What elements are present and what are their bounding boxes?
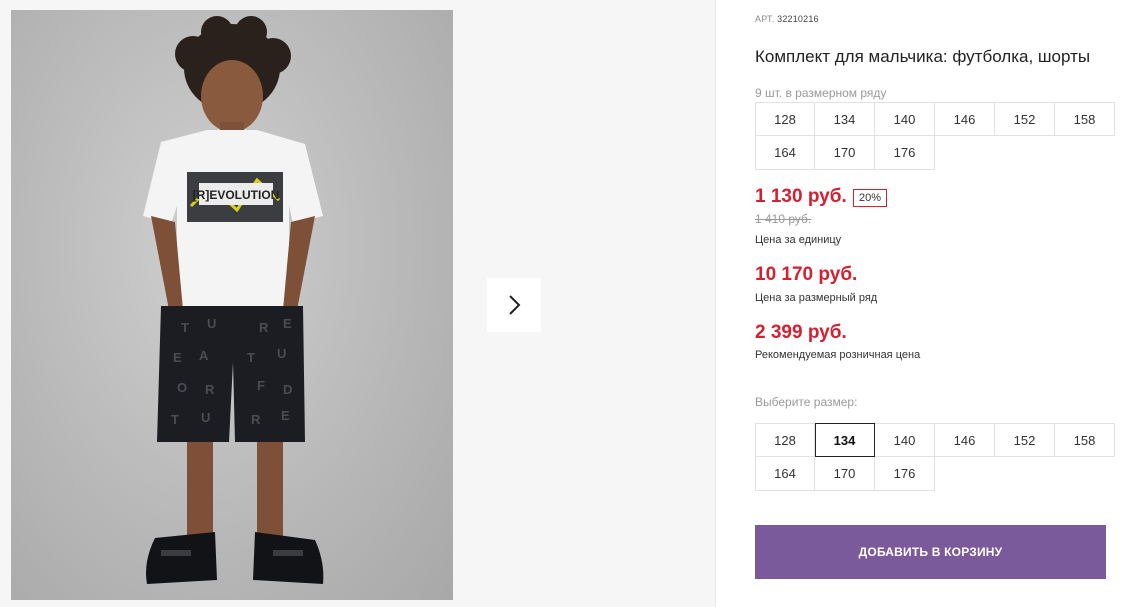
- panel-divider: [715, 0, 716, 607]
- recommended-price-caption: Рекомендуемая розничная цена: [755, 349, 921, 361]
- svg-text:R: R: [205, 382, 215, 397]
- size-row-count: 9 шт. в размерном ряду: [755, 86, 887, 100]
- svg-text:R: R: [259, 320, 269, 335]
- row-price: 10 170 руб.: [755, 264, 858, 285]
- next-image-button[interactable]: [487, 278, 541, 332]
- size-option[interactable]: 152: [995, 423, 1055, 457]
- add-to-cart-button[interactable]: ДОБАВИТЬ В КОРЗИНУ: [755, 525, 1106, 579]
- product-gallery: [R]EVOLUTION TURE EATU ORFD TURE: [0, 0, 715, 607]
- size-option[interactable]: 158: [1055, 423, 1115, 457]
- svg-text:T: T: [247, 350, 255, 365]
- old-price: 1 410 руб.: [755, 212, 812, 226]
- svg-text:D: D: [283, 382, 292, 397]
- article-label: АРТ.: [755, 14, 775, 24]
- size-option[interactable]: 140: [875, 423, 935, 457]
- svg-text:A: A: [199, 348, 209, 363]
- recommended-price: 2 399 руб.: [755, 322, 847, 343]
- svg-text:T: T: [181, 320, 189, 335]
- row-price-caption: Цена за размерный ряд: [755, 292, 878, 304]
- svg-text:U: U: [277, 346, 286, 361]
- size-row-cell: 170: [815, 136, 875, 170]
- size-row-cell: 158: [1055, 102, 1115, 136]
- svg-text:U: U: [207, 316, 216, 331]
- size-row-cell: 164: [755, 136, 815, 170]
- chevron-right-icon: [509, 295, 521, 315]
- product-title: Комплект для мальчика: футболка, шорты: [755, 47, 1091, 66]
- svg-text:E: E: [281, 408, 290, 423]
- size-option-selected[interactable]: 134: [815, 423, 875, 457]
- svg-text:T: T: [171, 412, 179, 427]
- product-photo-illustration: [R]EVOLUTION TURE EATU ORFD TURE: [143, 16, 324, 584]
- svg-text:O: O: [177, 380, 187, 395]
- size-row-cell: 134: [815, 102, 875, 136]
- unit-price-caption: Цена за единицу: [755, 234, 842, 246]
- size-option[interactable]: 128: [755, 423, 815, 457]
- size-row-grid: 128 134 140 146 152 158 164 170 176: [755, 102, 1115, 170]
- svg-text:E: E: [283, 316, 292, 331]
- shirt-print-text: [R]EVOLUTION: [193, 188, 280, 202]
- svg-text:U: U: [201, 410, 210, 425]
- article-number: АРТ. 32210216: [755, 14, 819, 24]
- svg-text:F: F: [257, 378, 265, 393]
- size-row-cell: 176: [875, 136, 935, 170]
- svg-text:E: E: [173, 350, 182, 365]
- article-value: 32210216: [777, 14, 819, 24]
- size-row-cell: 146: [935, 102, 995, 136]
- discount-badge: 20%: [853, 189, 888, 207]
- svg-text:R: R: [251, 412, 261, 427]
- size-row-cell: 128: [755, 102, 815, 136]
- size-selector: 128 134 140 146 152 158 164 170 176: [755, 423, 1115, 491]
- size-option[interactable]: 176: [875, 457, 935, 491]
- size-option[interactable]: 146: [935, 423, 995, 457]
- choose-size-label: Выберите размер:: [755, 395, 858, 409]
- size-row-cell: 140: [875, 102, 935, 136]
- product-photo: [R]EVOLUTION TURE EATU ORFD TURE: [11, 10, 453, 600]
- unit-price: 1 130 руб.: [755, 186, 847, 207]
- size-option[interactable]: 170: [815, 457, 875, 491]
- size-option[interactable]: 164: [755, 457, 815, 491]
- size-row-cell: 152: [995, 102, 1055, 136]
